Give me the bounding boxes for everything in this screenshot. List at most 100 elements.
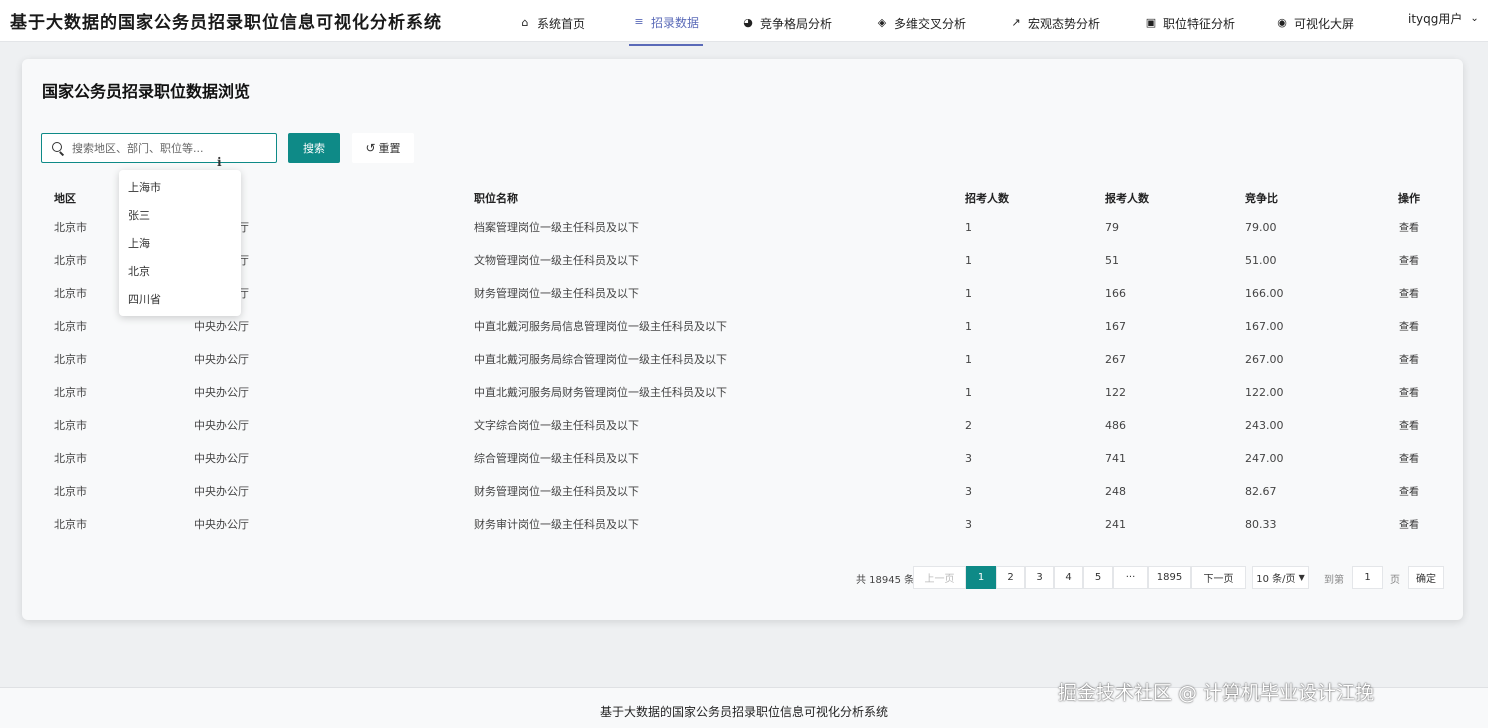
cell-department: 中央办公厅 xyxy=(194,419,249,432)
nav-item-dashboard[interactable]: ◉ 可视化大屏 xyxy=(1276,0,1354,46)
cell-ratio: 247.00 xyxy=(1245,452,1284,465)
page-unit-label: 页 xyxy=(1390,575,1400,586)
total-count: 共 18945 条 xyxy=(856,575,915,586)
cell-ratio: 243.00 xyxy=(1245,419,1284,432)
view-button[interactable]: 查看 xyxy=(1399,476,1419,509)
cell-hiring-count: 3 xyxy=(965,452,972,465)
column-header-applicants: 报考人数 xyxy=(1105,192,1149,205)
cell-region: 北京市 xyxy=(54,221,87,234)
cell-position: 中直北戴河服务局信息管理岗位一级主任科员及以下 xyxy=(474,320,727,333)
nav-label: 多维交叉分析 xyxy=(894,16,967,31)
suggestion-item[interactable]: 上海 xyxy=(119,230,241,258)
view-button[interactable]: 查看 xyxy=(1399,443,1419,476)
view-button[interactable]: 查看 xyxy=(1399,509,1419,542)
page-button[interactable]: 3 xyxy=(1025,566,1054,589)
page-button[interactable]: 1 xyxy=(966,566,996,589)
cell-position: 财务审计岗位一级主任科员及以下 xyxy=(474,518,639,531)
page-ellipsis[interactable]: ··· xyxy=(1113,566,1148,589)
cell-hiring-count: 3 xyxy=(965,518,972,531)
home-icon: ⌂ xyxy=(521,16,529,29)
nav-item-cross-analysis[interactable]: ◈ 多维交叉分析 xyxy=(876,0,966,46)
cell-region: 北京市 xyxy=(54,320,87,333)
table-row: 北京市 中央办公厅 财务管理岗位一级主任科员及以下 3 248 82.67 查看 xyxy=(42,475,1442,508)
page-button[interactable]: 2 xyxy=(996,566,1025,589)
cell-hiring-count: 1 xyxy=(965,353,972,366)
cell-hiring-count: 1 xyxy=(965,254,972,267)
top-navbar: 基于大数据的国家公务员招录职位信息可视化分析系统 ⌂ 系统首页 ≡ 招录数据 ◕… xyxy=(0,0,1488,46)
cell-position: 档案管理岗位一级主任科员及以下 xyxy=(474,221,639,234)
cell-department: 中央办公厅 xyxy=(194,386,249,399)
cell-applicants: 79 xyxy=(1105,221,1119,234)
cell-hiring-count: 1 xyxy=(965,386,972,399)
column-header-ratio: 竞争比 xyxy=(1245,192,1278,205)
layers-icon: ◈ xyxy=(877,16,887,29)
dashboard-icon: ◉ xyxy=(1277,16,1287,29)
chevron-down-icon: ⌄ xyxy=(1470,13,1479,24)
user-menu[interactable]: ityqg用户 ⌄ xyxy=(1408,10,1479,27)
cell-applicants: 741 xyxy=(1105,452,1126,465)
view-button[interactable]: 查看 xyxy=(1399,245,1419,278)
table-row: 北京市中央办公厅财务管理岗位一级主任科员及以下1166166.00查看 xyxy=(42,277,1442,310)
view-button[interactable]: 查看 xyxy=(1399,344,1419,377)
search-button[interactable]: 搜索 xyxy=(288,133,340,163)
pagination: 共 18945 条 上一页 1 2 3 4 5 ··· 1895 下一页 10 … xyxy=(22,566,1463,589)
cell-applicants: 166 xyxy=(1105,287,1126,300)
table-row: 北京市 中央办公厅 中直北戴河服务局财务管理岗位一级主任科员及以下 1 122 122.0… xyxy=(42,376,1442,409)
view-button[interactable]: 查看 xyxy=(1399,311,1419,344)
table-row: 北京市 中央办公厅 中直北戴河服务局信息管理岗位一级主任科员及以下 1 167 167.0… xyxy=(42,310,1442,343)
suggestion-item[interactable]: 上海市 xyxy=(119,174,241,202)
view-button[interactable]: 查看 xyxy=(1399,410,1419,443)
reset-icon: ↺ xyxy=(365,141,376,155)
cell-region: 北京市 xyxy=(54,485,87,498)
database-icon: ≡ xyxy=(634,15,644,28)
cell-hiring-count: 2 xyxy=(965,419,972,432)
table-row: 北京市 中央办公厅 综合管理岗位一级主任科员及以下 3 741 247.00 查看 xyxy=(42,442,1442,475)
cell-applicants: 486 xyxy=(1105,419,1126,432)
next-page-button[interactable]: 下一页 xyxy=(1191,566,1246,589)
cell-ratio: 122.00 xyxy=(1245,386,1284,399)
cell-position: 综合管理岗位一级主任科员及以下 xyxy=(474,452,639,465)
app-title: 基于大数据的国家公务员招录职位信息可视化分析系统 xyxy=(10,13,442,33)
search-input[interactable] xyxy=(72,141,262,155)
suggestion-item[interactable]: 四川省 xyxy=(119,286,241,314)
search-suggestions: 上海市 张三 上海 北京 四川省 xyxy=(119,170,241,316)
page-button[interactable]: 4 xyxy=(1054,566,1083,589)
view-button[interactable]: 查看 xyxy=(1399,278,1419,311)
cell-position: 财务管理岗位一级主任科员及以下 xyxy=(474,485,639,498)
cell-region: 北京市 xyxy=(54,386,87,399)
cell-ratio: 82.67 xyxy=(1245,485,1277,498)
column-header-action: 操作 xyxy=(1398,192,1420,205)
view-button[interactable]: 查看 xyxy=(1399,377,1419,410)
cell-region: 北京市 xyxy=(54,287,87,300)
search-field[interactable] xyxy=(41,133,277,163)
nav-item-home[interactable]: ⌂ 系统首页 xyxy=(519,0,586,46)
prev-page-button[interactable]: 上一页 xyxy=(913,566,966,589)
cell-ratio: 51.00 xyxy=(1245,254,1277,267)
view-button[interactable]: 查看 xyxy=(1399,212,1419,245)
nav-item-competition-analysis[interactable]: ◕ 竞争格局分析 xyxy=(742,0,832,46)
cell-ratio: 166.00 xyxy=(1245,287,1284,300)
pie-chart-icon: ◕ xyxy=(743,16,753,29)
table-row: 北京市中央办公厅档案管理岗位一级主任科员及以下17979.00查看 xyxy=(42,211,1442,244)
goto-confirm-button[interactable]: 确定 xyxy=(1408,566,1444,589)
suggestion-item[interactable]: 张三 xyxy=(119,202,241,230)
suggestion-item[interactable]: 北京 xyxy=(119,258,241,286)
table-row: 北京市 中央办公厅 文字综合岗位一级主任科员及以下 2 486 243.00 查看 xyxy=(42,409,1442,442)
page-size-select[interactable]: 10 条/页 ▼ xyxy=(1252,566,1309,589)
reset-button[interactable]: ↺ 重置 xyxy=(352,133,414,163)
nav-item-position-analysis[interactable]: ▣ 职位特征分析 xyxy=(1145,0,1235,46)
goto-page-input[interactable]: 1 xyxy=(1352,566,1383,589)
nav-item-macro-analysis[interactable]: ↗ 宏观态势分析 xyxy=(1010,0,1100,46)
page-title: 国家公务员招录职位数据浏览 xyxy=(42,82,251,101)
nav-label: 系统首页 xyxy=(537,16,586,31)
page-button[interactable]: 1895 xyxy=(1148,566,1191,589)
cell-region: 北京市 xyxy=(54,353,87,366)
cell-applicants: 248 xyxy=(1105,485,1126,498)
goto-label: 到第 xyxy=(1324,575,1344,586)
nav-item-recruitment-data[interactable]: ≡ 招录数据 xyxy=(629,0,704,46)
cell-hiring-count: 1 xyxy=(965,320,972,333)
cell-department: 中央办公厅 xyxy=(194,518,249,531)
page-button[interactable]: 5 xyxy=(1083,566,1113,589)
chevron-down-icon: ▼ xyxy=(1298,573,1305,582)
table-row: 北京市 中央办公厅 财务审计岗位一级主任科员及以下 3 241 80.33 查看 xyxy=(42,508,1442,541)
